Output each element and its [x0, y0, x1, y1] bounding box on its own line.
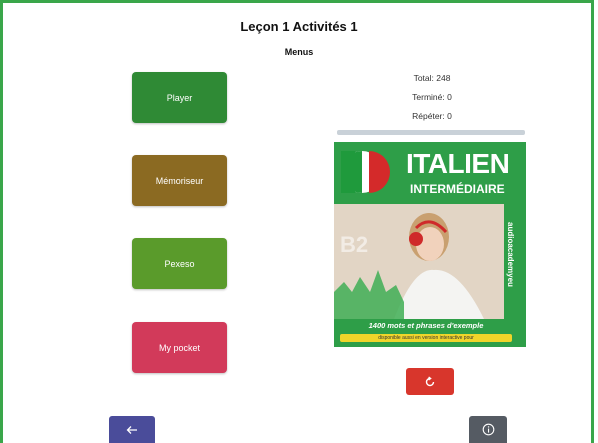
cover-title: ITALIEN	[406, 148, 510, 179]
reset-button[interactable]	[406, 368, 454, 395]
cover-level: INTERMÉDIAIRE	[410, 182, 505, 196]
cover-brand: audioacademyeu	[506, 222, 515, 287]
back-button[interactable]	[109, 416, 155, 443]
refresh-icon	[425, 375, 435, 386]
course-cover-image: ITALIEN INTERMÉDIAIRE B2 audioacademyeu …	[334, 142, 526, 347]
stat-total: Total: 248	[413, 73, 451, 83]
memoriseur-button[interactable]: Mémoriseur	[132, 155, 227, 206]
stat-repeat: Répéter: 0	[412, 111, 452, 121]
cover-banner: disponible aussi en version interactive …	[378, 335, 474, 341]
my-pocket-button[interactable]: My pocket	[132, 322, 227, 373]
progress-bar	[337, 130, 525, 135]
cover-badge: B2	[340, 232, 369, 257]
pexeso-button[interactable]: Pexeso	[132, 238, 227, 289]
page-subtitle: Menus	[284, 47, 314, 57]
page-title: Leçon 1 Activités 1	[240, 19, 358, 34]
info-icon	[482, 423, 494, 436]
player-button[interactable]: Player	[132, 72, 227, 123]
info-button[interactable]	[469, 416, 507, 443]
cover-tagline: 1400 mots et phrases d'exemple	[368, 321, 484, 330]
arrow-left-icon	[126, 425, 137, 434]
stat-done: Terminé: 0	[412, 92, 452, 102]
